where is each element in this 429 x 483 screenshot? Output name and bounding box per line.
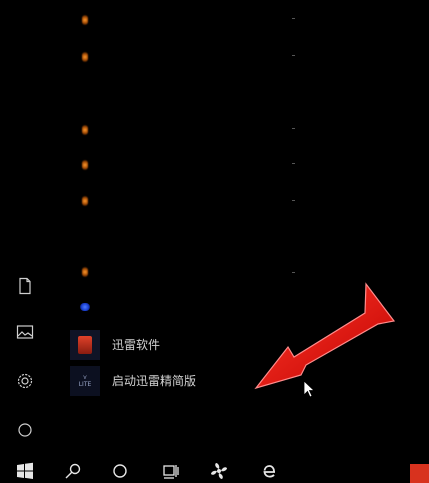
app-list-item[interactable]	[60, 184, 300, 218]
start-menu-left-rail	[0, 0, 50, 458]
taskbar	[0, 458, 429, 483]
windows-logo-icon	[17, 462, 33, 479]
edge-e-icon	[263, 465, 275, 478]
documents-icon[interactable]	[12, 273, 38, 299]
app-label: 迅雷软件	[112, 338, 161, 352]
start-button[interactable]	[13, 460, 37, 482]
fan-app-button[interactable]	[207, 460, 231, 482]
app-label: 启动迅雷精简版	[112, 374, 197, 388]
cortana-circle-icon	[113, 464, 127, 478]
app-list-item[interactable]	[60, 219, 300, 253]
app-list-item[interactable]	[60, 40, 300, 74]
edge-browser-button[interactable]	[257, 460, 281, 482]
app-list-item[interactable]	[60, 3, 300, 37]
app-list-item[interactable]	[60, 290, 300, 324]
app-list-item[interactable]	[60, 255, 300, 289]
task-view-button[interactable]	[159, 460, 183, 482]
power-icon[interactable]	[12, 417, 38, 443]
pictures-icon[interactable]	[12, 319, 38, 345]
app-list-item[interactable]	[60, 113, 300, 147]
tray-app-icon[interactable]	[410, 464, 429, 483]
orange-app-icon	[70, 257, 100, 287]
search-button[interactable]	[61, 460, 85, 482]
orange-app-icon	[70, 115, 100, 145]
blank-app-icon	[70, 221, 100, 251]
settings-gear-icon[interactable]	[12, 368, 38, 394]
orange-app-icon	[70, 42, 100, 72]
fan-app-icon	[211, 463, 227, 479]
task-view-icon	[163, 465, 179, 479]
search-icon	[65, 463, 81, 479]
scroll-track[interactable]	[290, 0, 300, 458]
app-list-item-xunlei-lite[interactable]: ⋎ LITE 启动迅雷精简版	[60, 364, 300, 398]
app-list-item[interactable]	[60, 148, 300, 182]
app-list: 迅雷软件 ⋎ LITE 启动迅雷精简版	[60, 0, 300, 458]
xunlei-folder-icon	[70, 330, 100, 360]
orange-app-icon	[70, 150, 100, 180]
xunlei-lite-launch-icon: ⋎ LITE	[70, 366, 100, 396]
tile-text: LITE	[78, 381, 92, 388]
blue-app-icon	[70, 292, 100, 322]
app-list-item-xunlei-folder[interactable]: 迅雷软件	[60, 328, 300, 362]
orange-app-icon	[70, 186, 100, 216]
orange-app-icon	[70, 5, 100, 35]
mouse-cursor	[303, 380, 315, 398]
cortana-button[interactable]	[108, 460, 132, 482]
